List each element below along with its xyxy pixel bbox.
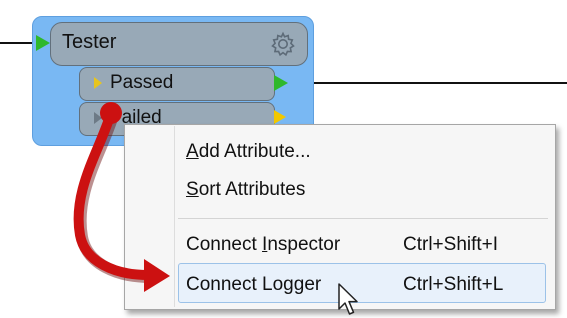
passed-output-port-icon[interactable] (274, 75, 288, 91)
failed-output-port-icon[interactable] (274, 110, 286, 124)
passed-output-connection-line[interactable] (292, 82, 567, 84)
menu-icon-gutter (174, 126, 175, 307)
passed-port-arrow-icon (94, 77, 102, 89)
passed-port-label: Passed (110, 72, 174, 93)
failed-port-arrow-icon (94, 112, 102, 124)
menu-item-connect-inspector-shortcut: Ctrl+Shift+I (403, 234, 499, 255)
menu-item-connect-logger-label: Connect Logger (186, 274, 322, 295)
menu-item-connect-logger-shortcut: Ctrl+Shift+L (403, 274, 504, 295)
menu-item-connect-inspector-label: Connect Inspector (186, 234, 341, 255)
mouse-cursor-icon (338, 283, 358, 315)
gear-icon[interactable] (269, 30, 297, 58)
menu-item-sort-attributes-label: Sort Attributes (186, 179, 306, 200)
input-port-icon[interactable] (36, 35, 50, 51)
transformer-title: Tester (62, 31, 117, 53)
menu-separator (178, 218, 548, 219)
passed-port[interactable] (79, 67, 275, 101)
menu-item-add-attribute-label: Add Attribute... (186, 141, 311, 162)
